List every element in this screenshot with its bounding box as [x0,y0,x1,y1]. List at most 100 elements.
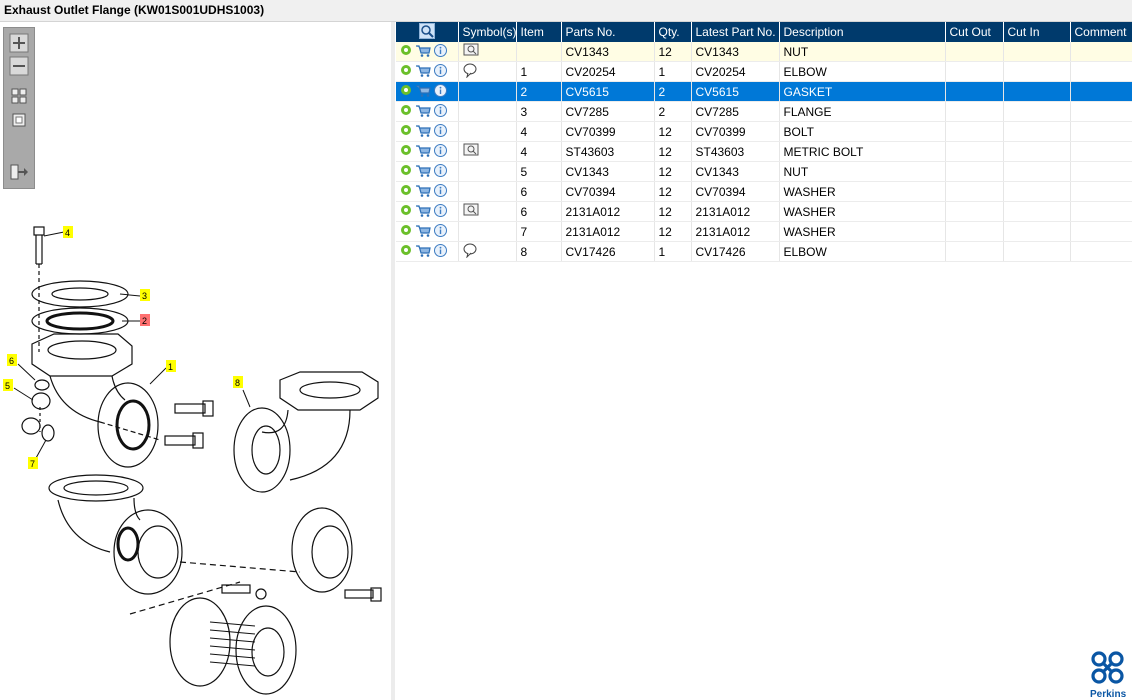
add-to-cart-button[interactable] [415,164,431,180]
column-header-comment[interactable]: Comment [1070,22,1132,42]
details-button[interactable] [400,44,412,59]
add-to-cart-button[interactable] [415,144,431,160]
table-row[interactable]: 5 CV1343 12 CV1343 NUT [396,161,1132,182]
column-header-qty[interactable]: Qty. [654,22,692,42]
cell-symbol[interactable] [458,201,517,222]
gear-icon [401,165,411,175]
cell-item: 7 [516,221,562,242]
details-button[interactable] [400,124,412,139]
callout-1-label: 1 [168,362,173,372]
details-button[interactable] [400,244,412,259]
info-button[interactable] [434,223,447,240]
cell-symbol[interactable] [458,241,517,262]
add-to-cart-button[interactable] [415,64,431,80]
cell-symbol[interactable] [458,221,517,242]
details-button[interactable] [400,144,412,159]
cell-symbol[interactable] [458,42,517,62]
cell-description: METRIC BOLT [779,141,946,162]
diagram-viewer[interactable]: 4 3 2 1 6 5 8 7 [0,22,392,700]
pane-splitter[interactable] [391,22,395,700]
cart-icon [416,164,431,177]
info-button[interactable] [434,203,447,220]
details-button[interactable] [400,224,412,239]
search-icon [418,22,435,39]
details-button[interactable] [400,84,412,99]
column-search[interactable] [396,22,459,42]
info-button[interactable] [434,63,447,80]
add-to-cart-button[interactable] [415,124,431,140]
table-row[interactable]: 6 2131A012 12 2131A012 WASHER [396,201,1132,222]
table-row[interactable]: 6 CV70394 12 CV70394 WASHER [396,181,1132,202]
zoom-in-button[interactable] [9,33,29,53]
column-header-symbols[interactable]: Symbol(s) [458,22,517,42]
cell-qty: 12 [654,141,692,162]
table-row[interactable]: 4 CV70399 12 CV70399 BOLT [396,121,1132,142]
add-to-cart-button[interactable] [415,104,431,120]
cell-symbol[interactable] [458,121,517,142]
comment-bubble-icon [463,243,476,259]
column-header-parts-no[interactable]: Parts No. [561,22,655,42]
add-to-cart-button[interactable] [415,184,431,200]
cart-icon [416,44,431,57]
actual-size-button[interactable] [9,110,29,130]
info-button[interactable] [434,83,447,100]
cell-symbol[interactable] [458,141,517,162]
grid-body: CV1343 12 CV1343 NUT 1 CV20254 1 CV20254 ELBOW 2 C… [396,42,1132,262]
cell-comment [1070,61,1132,82]
callout-7-label: 7 [30,459,35,469]
info-icon [434,203,447,217]
table-row[interactable]: 3 CV7285 2 CV7285 FLANGE [396,101,1132,122]
square-icon [12,113,26,127]
cell-item: 8 [516,241,562,262]
column-header-cut-in[interactable]: Cut In [1003,22,1071,42]
add-to-cart-button[interactable] [415,244,431,260]
table-row[interactable]: 1 CV20254 1 CV20254 ELBOW [396,61,1132,82]
export-button[interactable] [9,162,29,182]
zoom-out-button[interactable] [9,56,29,76]
cell-symbol[interactable] [458,101,517,122]
callout-6-label: 6 [9,356,14,366]
column-header-item[interactable]: Item [516,22,562,42]
info-button[interactable] [434,43,447,60]
table-row[interactable]: 7 2131A012 12 2131A012 WASHER [396,221,1132,242]
table-row[interactable]: 8 CV17426 1 CV17426 ELBOW [396,241,1132,262]
cell-cut-out [945,161,1004,182]
cell-comment [1070,241,1132,262]
add-to-cart-button[interactable] [415,204,431,220]
fit-to-window-button[interactable] [9,86,29,106]
exploded-parts-diagram[interactable]: 4 3 2 1 6 5 8 7 [0,222,391,700]
info-button[interactable] [434,103,447,120]
cell-symbol[interactable] [458,81,517,102]
info-button[interactable] [434,163,447,180]
table-row[interactable]: CV1343 12 CV1343 NUT [396,42,1132,62]
cell-qty: 12 [654,201,692,222]
cell-symbol[interactable] [458,161,517,182]
add-to-cart-button[interactable] [415,84,431,100]
info-button[interactable] [434,183,447,200]
cell-qty: 1 [654,61,692,82]
details-button[interactable] [400,184,412,199]
cell-cut-in [1003,121,1071,142]
row-actions [396,81,459,102]
info-button[interactable] [434,243,447,260]
column-header-description[interactable]: Description [779,22,946,42]
column-header-cut-out[interactable]: Cut Out [945,22,1004,42]
details-button[interactable] [400,64,412,79]
viewer-toolbar [3,27,35,189]
cell-latest-part-no: CV5615 [691,81,780,102]
table-row[interactable]: 4 ST43603 12 ST43603 METRIC BOLT [396,141,1132,162]
add-to-cart-button[interactable] [415,224,431,240]
add-to-cart-button[interactable] [415,44,431,60]
details-button[interactable] [400,204,412,219]
details-button[interactable] [400,164,412,179]
table-row[interactable]: 2 CV5615 2 CV5615 GASKET [396,81,1132,102]
cell-item: 6 [516,181,562,202]
info-button[interactable] [434,123,447,140]
cell-symbol[interactable] [458,61,517,82]
info-button[interactable] [434,143,447,160]
cell-item: 6 [516,201,562,222]
cell-symbol[interactable] [458,181,517,202]
cell-qty: 12 [654,42,692,62]
column-header-latest-part-no[interactable]: Latest Part No. [691,22,780,42]
details-button[interactable] [400,104,412,119]
